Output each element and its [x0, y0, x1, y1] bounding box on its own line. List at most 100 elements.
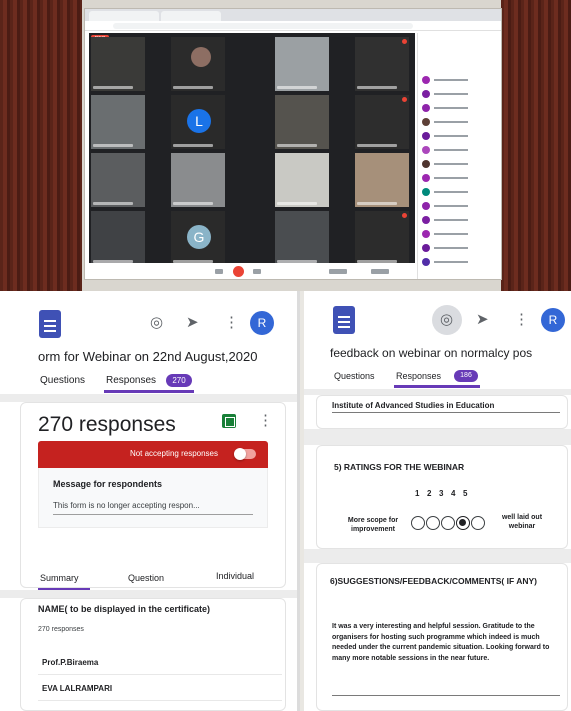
subtab-individual[interactable]: Individual [216, 571, 254, 581]
turn-on-captions-button[interactable] [329, 269, 347, 274]
participant-name [434, 79, 468, 81]
avatar-letter-tile: G [187, 225, 211, 249]
section-divider [0, 394, 297, 402]
tile-name [93, 86, 133, 89]
subtab-summary[interactable]: Summary [40, 573, 79, 583]
palette-icon[interactable]: ◎ [150, 315, 163, 331]
video-tile[interactable] [171, 153, 225, 207]
address-field[interactable] [113, 23, 413, 29]
question-title: NAME( to be displayed in the certificate… [38, 604, 211, 614]
meet-video-grid: REC L G [89, 33, 415, 265]
avatar-letter: L [195, 113, 203, 129]
browser-tab[interactable] [89, 11, 159, 21]
participant-avatar [422, 216, 430, 224]
account-avatar[interactable]: R [541, 308, 565, 332]
camera-icon[interactable] [253, 269, 261, 274]
video-tile[interactable] [275, 95, 329, 149]
participant-avatar [422, 202, 430, 210]
tile-name [277, 144, 317, 147]
forms-logo-icon[interactable] [39, 310, 61, 338]
participant-name [434, 177, 468, 179]
send-icon[interactable]: ➤ [476, 312, 489, 328]
video-tile[interactable] [91, 211, 145, 265]
rating-radio-4[interactable] [456, 516, 470, 530]
tile-name [357, 86, 397, 89]
video-tile[interactable] [275, 37, 329, 91]
more-vert-icon[interactable]: ⋮ [224, 315, 239, 331]
answer-divider [38, 700, 282, 701]
avatar-letter: G [193, 229, 205, 245]
subtab-question[interactable]: Question [128, 573, 164, 583]
laptop-screen: REC L G [84, 8, 502, 280]
answer-underline [332, 695, 560, 696]
sheets-icon[interactable] [222, 414, 236, 428]
participant-avatar [422, 132, 430, 140]
rating-radio-2[interactable] [426, 516, 440, 530]
participant-avatar [422, 258, 430, 266]
muted-mic-icon [402, 213, 407, 218]
accepting-responses-toggle[interactable] [234, 448, 256, 460]
rating-radio-3[interactable] [441, 516, 455, 530]
response-count-badge: 186 [454, 370, 478, 382]
muted-mic-icon [402, 39, 407, 44]
tab-questions[interactable]: Questions [40, 375, 85, 386]
scale-high-label: well laid out webinar [501, 514, 543, 530]
participants-panel [417, 33, 501, 279]
rating-radio-1[interactable] [411, 516, 425, 530]
video-tile[interactable] [91, 95, 145, 149]
participant-name [434, 107, 468, 109]
participant-avatar [422, 188, 430, 196]
rating-radio-5[interactable] [471, 516, 485, 530]
participant-avatar [422, 174, 430, 182]
tab-responses[interactable]: Responses [396, 371, 441, 381]
participant-name [434, 219, 468, 221]
institute-answer: Institute of Advanced Studies in Educati… [332, 401, 495, 410]
account-avatar[interactable]: R [250, 311, 274, 335]
palette-icon[interactable]: ◎ [440, 312, 453, 328]
end-call-button[interactable] [233, 266, 244, 277]
tab-questions[interactable]: Questions [334, 371, 375, 381]
message-input[interactable]: This form is no longer accepting respon.… [53, 501, 253, 510]
participant-avatar [422, 244, 430, 252]
avatar-letter: R [548, 313, 558, 327]
video-tile[interactable]: L [171, 95, 225, 149]
more-vert-icon[interactable]: ⋮ [258, 413, 273, 429]
participant-name [434, 163, 468, 165]
message-label: Message for respondents [53, 479, 163, 489]
browser-tab[interactable] [161, 11, 221, 21]
video-tile[interactable] [275, 153, 329, 207]
question-response-card [20, 598, 286, 711]
tile-name [93, 144, 133, 147]
answer-underline [332, 412, 560, 413]
accepting-responses-bar: Not accepting responses [38, 441, 268, 468]
participant-name [434, 233, 468, 235]
tab-responses[interactable]: Responses [106, 375, 156, 386]
suggestions-answer: It was a very interesting and helpful se… [332, 623, 550, 662]
video-tile[interactable] [355, 37, 409, 91]
participant-avatar [422, 104, 430, 112]
participant-avatar [422, 146, 430, 154]
response-answer: Prof.P.Biraema [42, 658, 99, 667]
forms-logo-icon[interactable] [333, 306, 355, 334]
rating-question-title: 5) RATINGS FOR THE WEBINAR [334, 462, 465, 472]
video-tile[interactable] [91, 37, 145, 91]
video-tile[interactable] [355, 153, 409, 207]
participant-avatar [422, 230, 430, 238]
tile-name [277, 202, 317, 205]
form-title: orm for Webinar on 22nd August,2020 [38, 349, 258, 364]
answer-divider [38, 674, 282, 675]
video-tile[interactable] [355, 211, 409, 265]
microphone-icon[interactable] [215, 269, 223, 274]
video-tile[interactable]: G [171, 211, 225, 265]
video-tile[interactable] [355, 95, 409, 149]
participant-name [434, 247, 468, 249]
send-icon[interactable]: ➤ [186, 315, 199, 331]
left-form-panel: ◎ ➤ ⋮ R orm for Webinar on 22nd August,2… [0, 291, 300, 711]
more-vert-icon[interactable]: ⋮ [514, 312, 529, 328]
participant-avatar [422, 160, 430, 168]
video-tile[interactable] [171, 37, 225, 91]
meet-control-bar [89, 263, 415, 279]
present-now-button[interactable] [371, 269, 389, 274]
video-tile[interactable] [91, 153, 145, 207]
video-tile[interactable] [275, 211, 329, 265]
